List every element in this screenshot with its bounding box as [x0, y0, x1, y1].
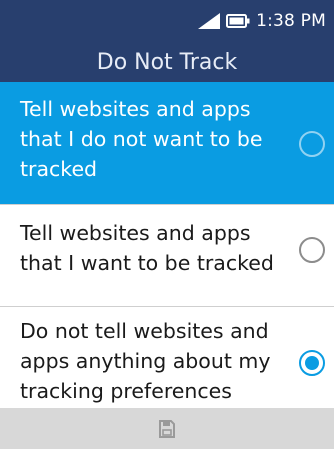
radio-button-unchecked[interactable]: [299, 131, 325, 157]
status-time: 1:38 PM: [256, 11, 326, 31]
status-bar: 1:38 PM: [0, 0, 334, 40]
signal-icon: [198, 13, 221, 29]
option-label: Do not tell websites and apps anything a…: [20, 319, 271, 403]
option-label: Tell websites and apps that I do not wan…: [20, 97, 263, 181]
radio-button-checked[interactable]: [299, 350, 325, 376]
options-list: Tell websites and apps that I do not wan…: [0, 82, 334, 411]
option-do-not-track[interactable]: Tell websites and apps that I do not wan…: [0, 82, 334, 204]
option-label: Tell websites and apps that I want to be…: [20, 221, 274, 275]
option-allow-tracking[interactable]: Tell websites and apps that I want to be…: [0, 204, 334, 306]
battery-icon: [226, 14, 250, 28]
radio-button-unchecked[interactable]: [299, 237, 325, 263]
page-title: Do Not Track: [96, 49, 238, 75]
option-no-preference[interactable]: Do not tell websites and apps anything a…: [0, 306, 334, 411]
save-icon[interactable]: [158, 419, 176, 438]
header: Do Not Track: [0, 40, 334, 82]
softkey-bar: [0, 408, 334, 449]
status-icons: 1:38 PM: [198, 10, 326, 32]
